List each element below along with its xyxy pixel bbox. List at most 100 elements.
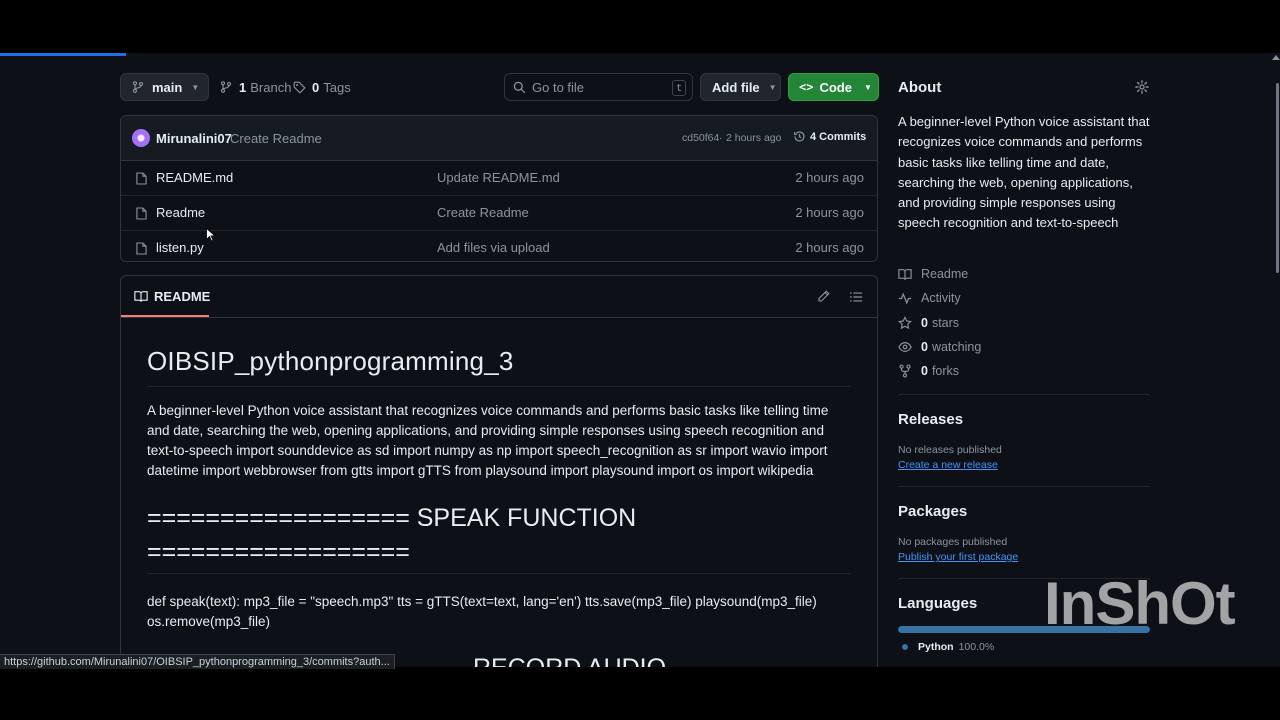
language-item-python[interactable]: Python 100.0% — [902, 641, 994, 653]
file-commit-time: 2 hours ago — [795, 170, 864, 185]
file-commit-message-link[interactable]: Update README.md — [437, 170, 560, 185]
scroll-up-arrow-icon[interactable] — [1272, 55, 1280, 60]
branches-link[interactable]: 1 Branch — [220, 78, 291, 96]
create-release-link[interactable]: Create a new release — [898, 459, 998, 471]
code-button[interactable]: <> Code ▼ — [788, 73, 879, 101]
search-icon — [513, 81, 526, 93]
sidebar-watching-link[interactable]: 0 watching — [898, 340, 981, 354]
readme-description-paragraph: A beginner-level Python voice assistant … — [147, 403, 829, 478]
packages-heading[interactable]: Packages — [898, 503, 967, 520]
tab-readme[interactable]: README — [134, 289, 210, 304]
outline-list-icon[interactable] — [849, 291, 863, 303]
divider — [898, 486, 1150, 487]
readme-title: OIBSIP_pythonprogramming_3 — [147, 346, 514, 376]
file-icon — [136, 172, 147, 185]
commit-separator: · — [719, 132, 723, 144]
about-description: A beginner-level Python voice assistant … — [898, 114, 1150, 231]
gear-icon[interactable] — [1135, 80, 1149, 94]
book-icon — [134, 291, 148, 302]
speak-heading-line2: ================== — [147, 538, 410, 566]
file-name-link[interactable]: README.md — [156, 170, 233, 185]
branches-label: Branch — [250, 79, 292, 95]
sidebar-forks-link[interactable]: 0 forks — [898, 364, 959, 378]
about-heading: About — [898, 79, 942, 96]
file-commit-time: 2 hours ago — [795, 205, 864, 220]
activity-pulse-icon — [898, 291, 912, 305]
file-row[interactable]: README.md Update README.md 2 hours ago — [121, 161, 877, 196]
divider — [147, 386, 851, 387]
releases-heading[interactable]: Releases — [898, 411, 963, 428]
pencil-edit-icon[interactable] — [817, 290, 830, 303]
avatar[interactable] — [132, 129, 150, 147]
file-name-link[interactable]: listen.py — [156, 240, 204, 255]
branch-select-button[interactable]: main ▼ — [120, 73, 209, 101]
star-icon — [898, 316, 912, 330]
readme-link-label: Readme — [921, 267, 969, 281]
active-tab-indicator — [121, 315, 209, 317]
book-icon — [898, 268, 912, 280]
commits-history-link[interactable]: 4 Commits — [793, 130, 866, 143]
stars-label: stars — [931, 316, 960, 330]
forks-count: 0 — [921, 364, 928, 378]
languages-heading: Languages — [898, 595, 978, 612]
divider — [147, 573, 851, 574]
language-color-dot — [902, 644, 908, 650]
history-clock-icon — [794, 131, 805, 142]
tags-label: Tags — [323, 79, 351, 95]
shortcut-key-hint: t — [672, 80, 686, 96]
watching-label: watching — [931, 340, 982, 354]
commits-count: 4 Commits — [810, 130, 867, 143]
language-name: Python — [918, 641, 954, 653]
readme-panel: README OIBSIP_pythonprogramming_3 A begi… — [120, 275, 878, 667]
file-name-link[interactable]: Readme — [156, 205, 205, 220]
file-row[interactable]: Readme Create Readme 2 hours ago — [121, 196, 877, 231]
file-icon — [136, 242, 147, 255]
add-file-label: Add file — [712, 79, 760, 95]
vertical-scrollbar[interactable] — [1276, 83, 1279, 273]
tags-link[interactable]: 0 Tags — [293, 78, 351, 96]
file-commit-message-link[interactable]: Create Readme — [437, 205, 529, 220]
file-icon — [136, 207, 147, 220]
divider — [898, 394, 1150, 395]
speak-function-heading: ================== SPEAK FUNCTION ======… — [147, 501, 851, 569]
file-browser: Mirunalini07 Create Readme cd50f64 · 2 h… — [120, 115, 878, 262]
speak-heading-line1: ================== SPEAK FUNCTION — [147, 504, 637, 532]
publish-package-link[interactable]: Publish your first package — [898, 551, 1018, 563]
readme-tab-label: README — [154, 289, 211, 304]
commit-hash-link[interactable]: cd50f64 — [682, 132, 719, 144]
chevron-down-icon: ▼ — [863, 82, 872, 92]
git-branch-icon — [220, 81, 232, 93]
branch-name: main — [152, 79, 183, 95]
commit-author-link[interactable]: Mirunalini07 — [156, 131, 232, 146]
inshot-watermark: InShOt — [1044, 570, 1236, 637]
file-commit-message-link[interactable]: Add files via upload — [437, 240, 550, 255]
mouse-pointer-icon — [206, 228, 215, 242]
readme-header: README — [121, 276, 877, 318]
stars-count: 0 — [921, 316, 928, 330]
sidebar-activity-link[interactable]: Activity — [898, 291, 961, 305]
record-audio-heading: RECORD AUDIO — [473, 651, 851, 667]
watching-count: 0 — [921, 340, 928, 354]
eye-icon — [898, 342, 912, 352]
commit-message-link[interactable]: Create Readme — [230, 131, 322, 146]
file-row[interactable]: listen.py Add files via upload 2 hours a… — [121, 231, 877, 261]
go-to-file-search[interactable]: t — [504, 73, 693, 101]
go-to-file-input[interactable] — [532, 79, 662, 95]
branches-count: 1 — [239, 79, 247, 95]
sidebar-stars-link[interactable]: 0 stars — [898, 316, 959, 330]
commit-time: 2 hours ago — [726, 132, 782, 144]
forks-label: forks — [931, 364, 960, 378]
no-packages-text: No packages published — [898, 536, 1008, 548]
code-brackets-icon: <> — [799, 80, 814, 94]
speak-function-code-paragraph: def speak(text): mp3_file = "speech.mp3"… — [147, 594, 817, 629]
code-label: Code — [819, 79, 852, 95]
language-percent: 100.0% — [958, 641, 995, 653]
chevron-down-icon: ▼ — [768, 82, 777, 92]
file-commit-time: 2 hours ago — [795, 240, 864, 255]
repo-forked-icon — [899, 364, 911, 378]
tag-icon — [293, 81, 306, 94]
latest-commit-bar: Mirunalini07 Create Readme cd50f64 · 2 h… — [121, 116, 877, 161]
add-file-button[interactable]: Add file ▼ — [700, 73, 781, 101]
sidebar-readme-link[interactable]: Readme — [898, 267, 968, 281]
no-releases-text: No releases published — [898, 444, 1002, 456]
